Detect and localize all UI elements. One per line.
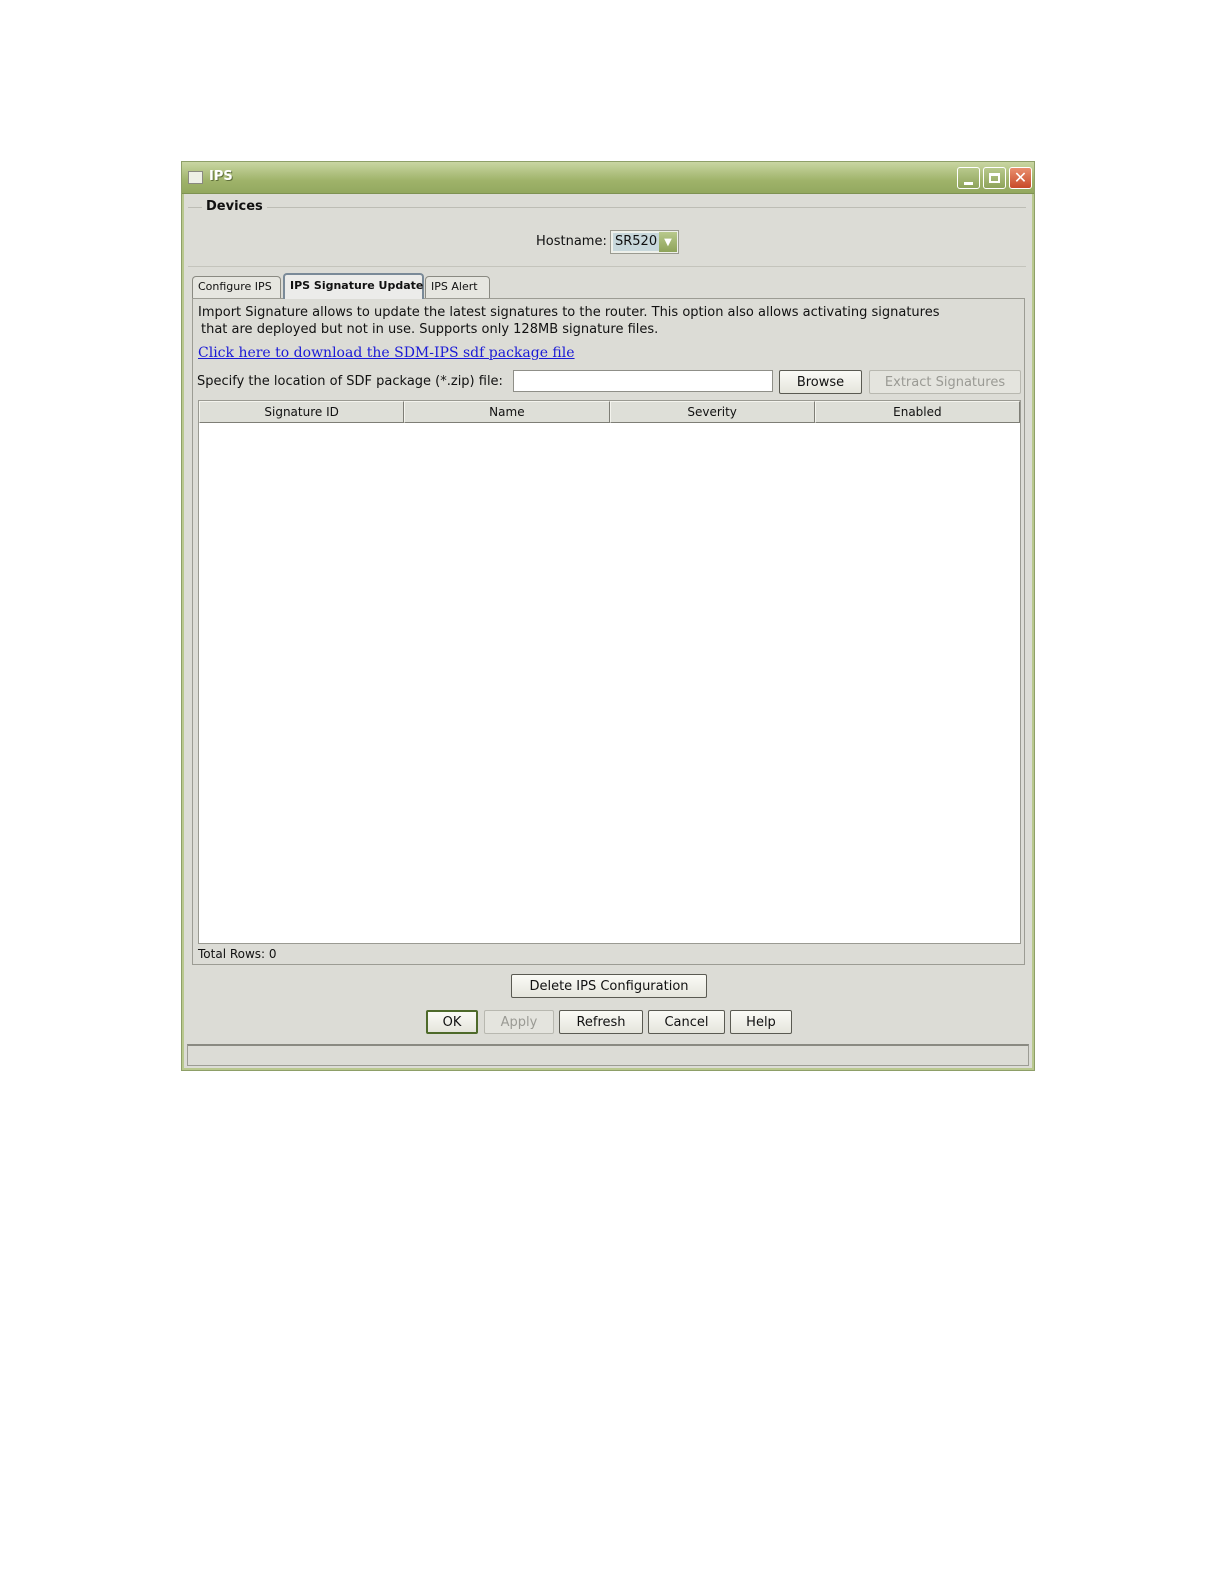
hostname-label: Hostname: [536,234,607,249]
title-bar[interactable]: IPS ✕ [182,162,1034,194]
tab-ips-signature-update[interactable]: IPS Signature Update [283,273,424,299]
hostname-value: SR520 [613,233,659,251]
ok-button[interactable]: OK [426,1010,478,1034]
help-button[interactable]: Help [730,1010,792,1034]
delete-ips-configuration-button[interactable]: Delete IPS Configuration [511,974,707,998]
browse-button[interactable]: Browse [779,370,862,394]
column-header-enabled[interactable]: Enabled [814,401,1020,423]
apply-button[interactable]: Apply [484,1010,554,1034]
cancel-button[interactable]: Cancel [648,1010,725,1034]
tab-ips-alert[interactable]: IPS Alert [425,276,490,298]
sdf-location-input[interactable] [513,370,773,392]
column-header-signature-id[interactable]: Signature ID [199,401,405,423]
tab-configure-ips[interactable]: Configure IPS [192,276,281,298]
total-rows-label: Total Rows: 0 [198,947,277,961]
signature-table: Signature ID Name Severity Enabled [198,400,1021,944]
window-icon [188,171,203,184]
close-icon: ✕ [1013,168,1028,187]
table-header: Signature ID Name Severity Enabled [199,401,1020,423]
status-bar [187,1044,1029,1066]
devices-group-label: Devices [202,199,267,214]
info-text-line2: that are deployed but not in use. Suppor… [201,322,659,337]
column-header-name[interactable]: Name [404,401,610,423]
chevron-down-icon[interactable]: ▼ [659,232,677,252]
info-text-line1: Import Signature allows to update the la… [198,305,940,320]
devices-group: Devices Hostname: SR520 ▼ [188,199,1026,267]
download-sdf-link[interactable]: Click here to download the SDM-IPS sdf p… [198,345,575,361]
sdf-location-label: Specify the location of SDF package (*.z… [197,374,503,389]
extract-signatures-button[interactable]: Extract Signatures [869,370,1021,394]
hostname-select[interactable]: SR520 ▼ [610,230,679,254]
refresh-button[interactable]: Refresh [559,1010,643,1034]
close-button[interactable]: ✕ [1009,167,1032,189]
signature-update-panel: Import Signature allows to update the la… [192,298,1025,965]
ips-window: IPS ✕ Devices Hostname: SR520 ▼ Configur… [181,161,1035,1071]
window-title: IPS [209,169,233,184]
minimize-button[interactable] [957,167,980,189]
maximize-button[interactable] [983,167,1006,189]
minimize-icon [964,181,973,185]
column-header-severity[interactable]: Severity [609,401,815,423]
maximize-icon [989,173,1000,183]
table-body[interactable] [199,423,1020,943]
